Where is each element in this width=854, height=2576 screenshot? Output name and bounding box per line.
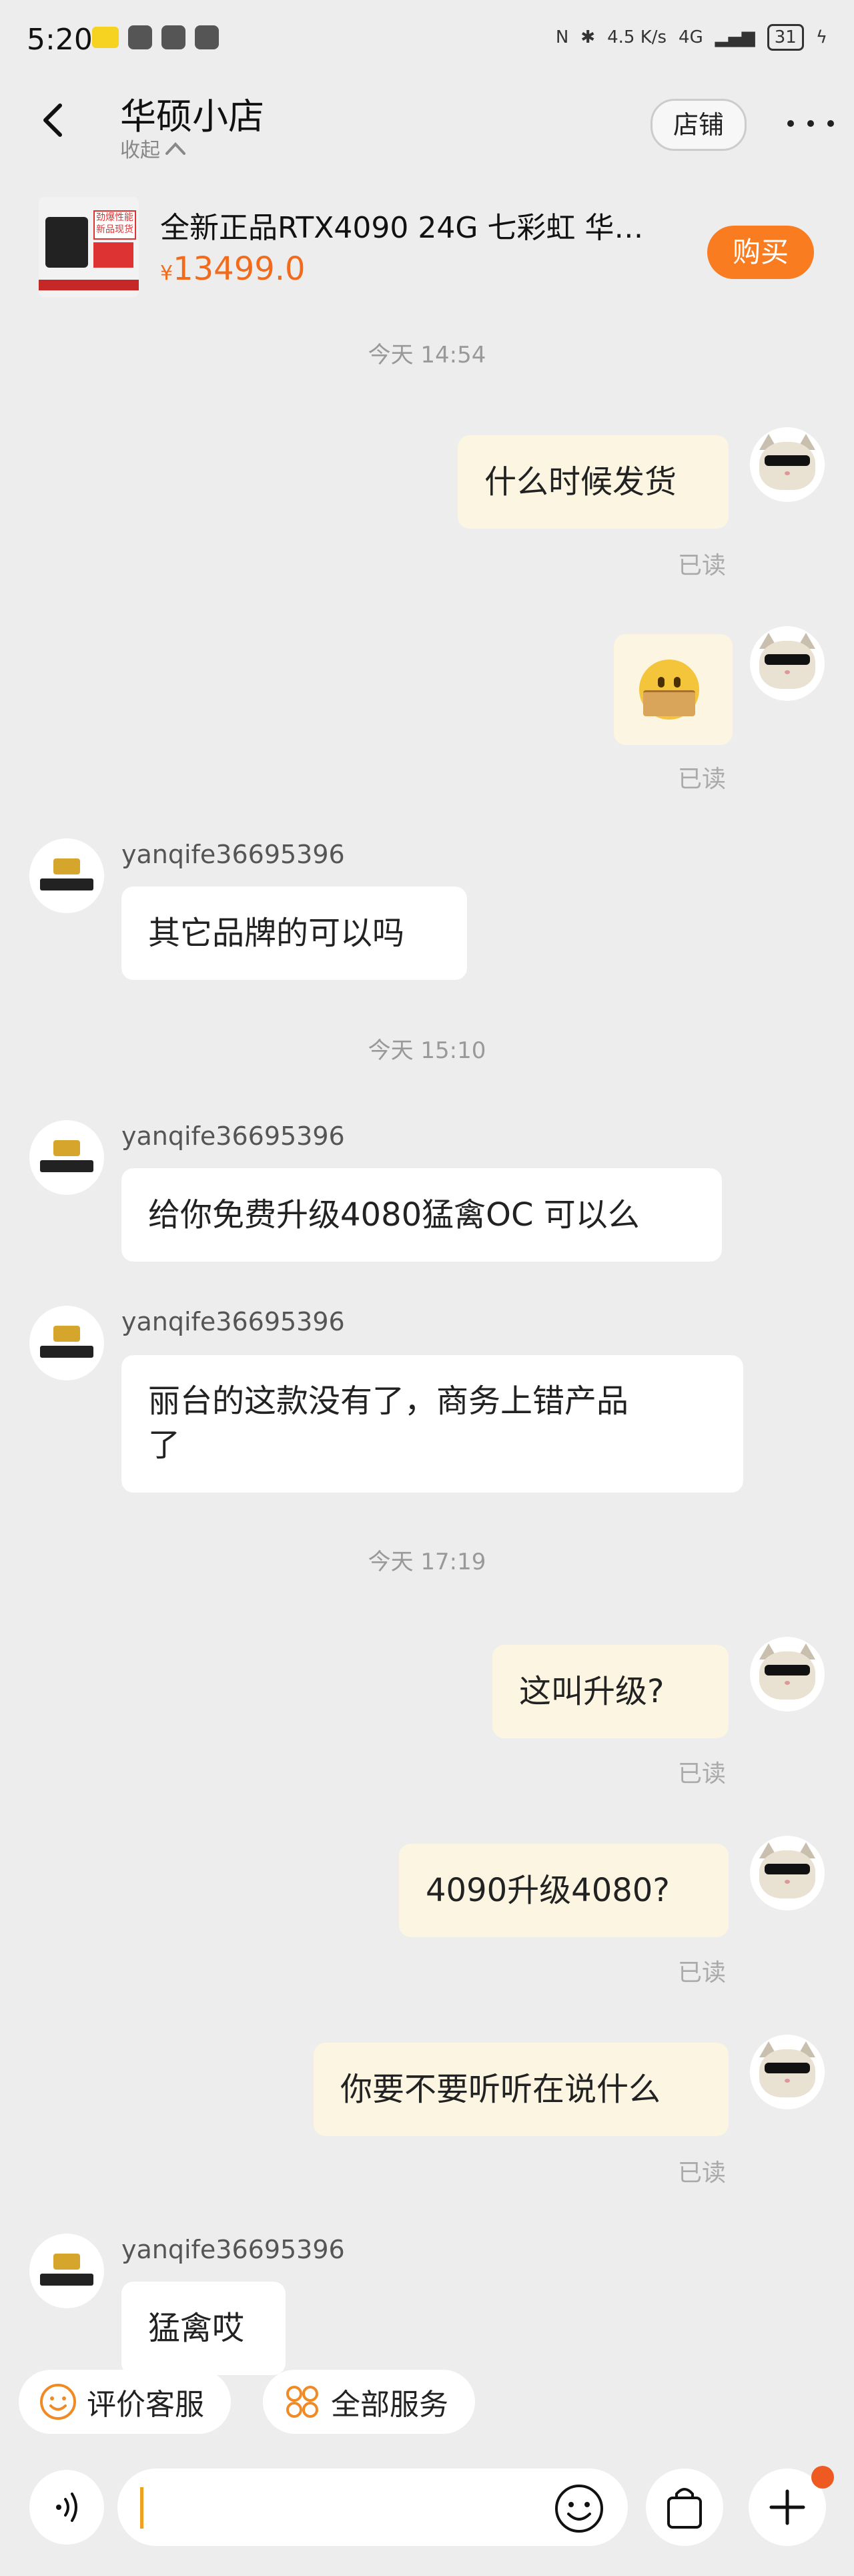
message-incoming[interactable]: 丽台的这款没有了，商务上错产品 了: [121, 1355, 743, 1493]
sender-name: yanqife36695396: [121, 840, 345, 869]
emoji-icon: [555, 2485, 603, 2533]
battery-indicator: 31: [767, 24, 804, 51]
grid-icon: [286, 2386, 318, 2418]
thumb-badge: 劲爆性能 新品现货: [93, 210, 136, 240]
message-line: 了: [148, 1427, 181, 1464]
message-outgoing[interactable]: 这叫升级?: [492, 1645, 729, 1738]
emoji-button[interactable]: [551, 2481, 607, 2537]
price-value: 13499.0: [173, 250, 306, 288]
order-button[interactable]: [646, 2469, 723, 2546]
status-time: 5:20: [27, 23, 93, 57]
quick-actions-bar: 评价客服 全部服务: [0, 2356, 854, 2457]
shop-avatar[interactable]: [29, 2234, 104, 2308]
app-notification-icon: [92, 27, 119, 48]
read-receipt: 已读: [678, 1959, 727, 1987]
status-bar: 5:20 N ✱ 4.5 K/s 4G ▂▄▆ 31 ϟ: [0, 0, 854, 80]
product-price: ¥13499.0: [160, 250, 306, 288]
chevron-up-icon: [165, 142, 185, 155]
voice-input-button[interactable]: [29, 2470, 104, 2545]
collapse-toggle[interactable]: 收起: [120, 134, 187, 163]
timestamp: 今天 17:19: [368, 1549, 486, 1575]
user-avatar[interactable]: [750, 427, 825, 502]
message-incoming[interactable]: 给你免费升级4080猛禽OC 可以么: [121, 1168, 722, 1262]
shop-avatar[interactable]: [29, 1120, 104, 1195]
product-thumbnail[interactable]: 劲爆性能 新品现货: [39, 197, 139, 297]
voice-icon: [56, 2493, 77, 2522]
system-indicators: N ✱ 4.5 K/s 4G ▂▄▆ 31 ϟ: [556, 24, 827, 51]
sender-name: yanqife36695396: [121, 1121, 345, 1151]
message-incoming[interactable]: 其它品牌的可以吗: [121, 886, 467, 980]
all-services-button[interactable]: 全部服务: [263, 2370, 475, 2434]
gpu-box-image: [45, 217, 88, 268]
shop-avatar[interactable]: [29, 838, 104, 913]
text-cursor: [140, 2487, 143, 2529]
smiley-icon: [40, 2384, 76, 2420]
sender-name: yanqife36695396: [121, 1307, 345, 1336]
message-outgoing[interactable]: 什么时候发货: [458, 435, 729, 529]
timestamp: 今天 14:54: [368, 342, 486, 368]
currency-symbol: ¥: [160, 262, 173, 285]
all-services-label: 全部服务: [331, 2388, 448, 2422]
store-button[interactable]: 店铺: [651, 99, 747, 151]
charging-icon: ϟ: [815, 27, 827, 47]
message-line: 丽台的这款没有了，商务上错产品: [148, 1382, 629, 1420]
rate-service-button[interactable]: 评价客服: [19, 2370, 231, 2434]
notification-dot: [811, 2466, 834, 2489]
read-receipt: 已读: [678, 552, 727, 579]
thumb-stripe: [39, 280, 139, 290]
read-receipt: 已读: [678, 766, 727, 793]
notification-icons: [92, 25, 219, 49]
user-avatar[interactable]: [750, 626, 825, 701]
back-arrow-icon[interactable]: [33, 100, 73, 140]
shopping-bag-icon: [667, 2488, 702, 2529]
bluetooth-icon: ✱: [580, 27, 596, 47]
net-speed: 4.5 K/s: [607, 27, 667, 47]
buy-button[interactable]: 购买: [707, 226, 814, 279]
signal-icon: ▂▄▆: [715, 27, 755, 47]
message-outgoing[interactable]: 4090升级4080?: [399, 1844, 729, 1937]
shop-name: 华硕小店: [120, 95, 264, 138]
rate-service-label: 评价客服: [87, 2388, 204, 2422]
emoji-sticker-icon: [639, 660, 699, 720]
read-receipt: 已读: [678, 1760, 727, 1788]
sender-name: yanqife36695396: [121, 2235, 345, 2264]
user-avatar[interactable]: [750, 1637, 825, 1712]
user-avatar[interactable]: [750, 2035, 825, 2109]
message-icon: [195, 25, 219, 49]
user-avatar[interactable]: [750, 1836, 825, 1910]
nfc-icon: N: [555, 27, 569, 47]
shop-avatar[interactable]: [29, 1306, 104, 1380]
shield-icon: [161, 25, 185, 49]
timestamp: 今天 15:10: [368, 1037, 486, 1064]
input-bar: [0, 2457, 854, 2576]
sticker-message[interactable]: [614, 634, 733, 745]
chat-header: 华硕小店 收起 店铺: [0, 80, 854, 174]
read-receipt: 已读: [678, 2159, 727, 2187]
collapse-label: 收起: [120, 139, 160, 162]
thumb-badge-fill: [93, 242, 133, 268]
product-card[interactable]: 劲爆性能 新品现货 全新正品RTX4090 24G 七彩虹 华… ¥13499.…: [0, 180, 854, 307]
more-options-icon[interactable]: [787, 107, 834, 140]
translate-icon: [128, 25, 152, 49]
message-outgoing[interactable]: 你要不要听听在说什么: [314, 2043, 729, 2136]
product-name[interactable]: 全新正品RTX4090 24G 七彩虹 华…: [160, 204, 643, 246]
signal-label: 4G: [679, 27, 703, 47]
